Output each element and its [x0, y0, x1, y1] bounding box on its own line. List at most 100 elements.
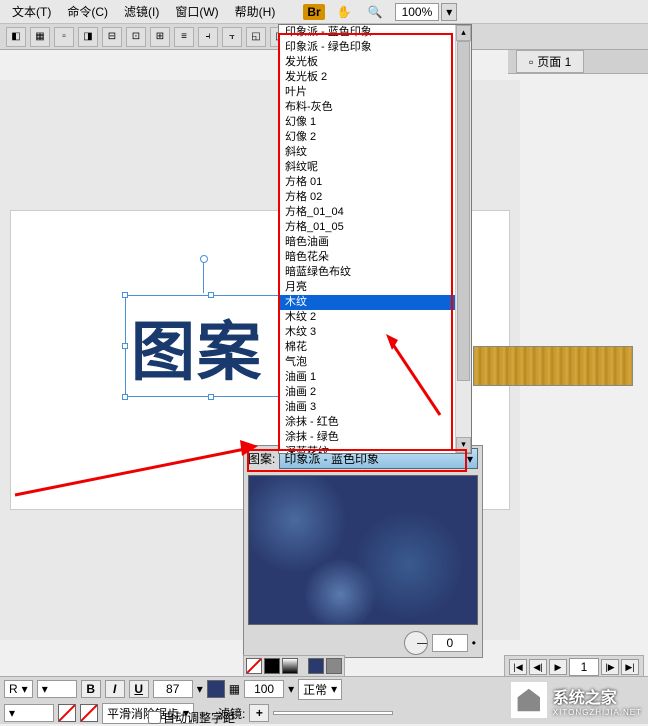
- scrollbar[interactable]: ▴ ▾: [455, 25, 471, 453]
- prev-frame-icon[interactable]: ◀|: [529, 659, 547, 675]
- menu-window[interactable]: 窗口(W): [167, 1, 226, 22]
- blend-mode-select[interactable]: 正常▾: [298, 679, 342, 700]
- pattern-list-item[interactable]: 暗色花朵: [279, 250, 471, 265]
- pattern-list-item[interactable]: 涂抹 - 红色: [279, 415, 471, 430]
- pattern-list-item[interactable]: 布料-灰色: [279, 100, 471, 115]
- solid-swatch[interactable]: [264, 658, 280, 674]
- bold-button[interactable]: B: [81, 680, 101, 698]
- frame-number-input[interactable]: 1: [569, 658, 599, 676]
- scroll-up-icon[interactable]: ▴: [456, 25, 471, 41]
- pattern-list-item[interactable]: 气泡: [279, 355, 471, 370]
- pattern-dropdown-list[interactable]: 印象派 - 蓝色印象印象派 - 绿色印象发光板发光板 2叶片布料-灰色幻像 1幻…: [278, 24, 472, 454]
- stroke-none-swatch[interactable]: [58, 704, 76, 722]
- menu-help[interactable]: 帮助(H): [227, 1, 284, 22]
- pattern-list-item[interactable]: 油画 1: [279, 370, 471, 385]
- pattern-list-item[interactable]: 发光板 2: [279, 70, 471, 85]
- bridge-icon[interactable]: Br: [303, 4, 324, 20]
- resize-handle[interactable]: [122, 292, 128, 298]
- hand-tool-icon[interactable]: ✋: [329, 3, 360, 21]
- pattern-list-item[interactable]: 印象派 - 蓝色印象: [279, 25, 471, 40]
- auto-kern-checkbox[interactable]: 自动调整字距: [148, 709, 235, 726]
- stroke-color-swatch[interactable]: [80, 704, 98, 722]
- zoom-tool-icon[interactable]: 🔍: [360, 3, 391, 21]
- pattern-list-item[interactable]: 叶片: [279, 85, 471, 100]
- tool-icon[interactable]: ◨: [78, 27, 98, 47]
- pattern-list-item[interactable]: 方格 01: [279, 175, 471, 190]
- pattern-list-item[interactable]: 油画 2: [279, 385, 471, 400]
- font-size-input[interactable]: [153, 680, 193, 698]
- pattern-list-item[interactable]: 方格_01_05: [279, 220, 471, 235]
- pattern-list-item[interactable]: 涂抹 - 绿色: [279, 430, 471, 445]
- pattern-list-item[interactable]: 木纹: [279, 295, 471, 310]
- opacity-input[interactable]: [244, 680, 284, 698]
- leading-select[interactable]: ▾: [4, 704, 54, 722]
- chevron-down-icon: ▾: [331, 682, 337, 696]
- texture-swatch[interactable]: [326, 658, 342, 674]
- font-family-select[interactable]: ▾: [37, 680, 77, 698]
- tool-icon[interactable]: ⊞: [150, 27, 170, 47]
- wood-texture-object[interactable]: [473, 346, 633, 386]
- menu-command[interactable]: 命令(C): [59, 1, 116, 22]
- chevron-down-icon[interactable]: ▾: [197, 682, 203, 696]
- gradient-swatch[interactable]: [282, 658, 298, 674]
- play-icon[interactable]: ▶: [549, 659, 567, 675]
- registration-select[interactable]: R▾: [4, 680, 33, 698]
- first-frame-icon[interactable]: |◀: [509, 659, 527, 675]
- pattern-list-item[interactable]: 木纹 2: [279, 310, 471, 325]
- no-fill-swatch[interactable]: [246, 658, 262, 674]
- pattern-list-item[interactable]: 印象派 - 绿色印象: [279, 40, 471, 55]
- tool-icon[interactable]: ◧: [6, 27, 26, 47]
- pattern-list-item[interactable]: 方格_01_04: [279, 205, 471, 220]
- menu-bar: 文本(T) 命令(C) 滤镜(I) 窗口(W) 帮助(H) Br ✋ 🔍 100…: [0, 0, 648, 24]
- zoom-level-input[interactable]: 100%: [395, 3, 440, 21]
- scroll-thumb[interactable]: [457, 41, 470, 381]
- tool-icon[interactable]: ⫞: [198, 27, 218, 47]
- next-frame-icon[interactable]: |▶: [601, 659, 619, 675]
- angle-input[interactable]: [432, 634, 468, 652]
- pattern-list-item[interactable]: 暗蓝绿色布纹: [279, 265, 471, 280]
- scroll-down-icon[interactable]: ▾: [456, 437, 471, 453]
- tab-page-1[interactable]: ▫ 页面 1: [516, 50, 584, 73]
- fill-color-swatch[interactable]: [207, 680, 225, 698]
- pattern-list-item[interactable]: 幻像 2: [279, 130, 471, 145]
- selection-bbox: [125, 295, 297, 397]
- pattern-list-item[interactable]: 月亮: [279, 280, 471, 295]
- tool-icon[interactable]: ⫟: [222, 27, 242, 47]
- tool-icon[interactable]: ⊡: [126, 27, 146, 47]
- tool-icon[interactable]: ▫: [54, 27, 74, 47]
- italic-button[interactable]: I: [105, 680, 125, 698]
- resize-handle[interactable]: [122, 394, 128, 400]
- last-frame-icon[interactable]: ▶|: [621, 659, 639, 675]
- pattern-list-item[interactable]: 发光板: [279, 55, 471, 70]
- auto-kern-label: 自动调整字距: [163, 709, 235, 726]
- zoom-dropdown-icon[interactable]: ▾: [441, 3, 457, 21]
- pattern-list-item[interactable]: 油画 3: [279, 400, 471, 415]
- pattern-list-item[interactable]: 暗色油画: [279, 235, 471, 250]
- pattern-list-item[interactable]: 斜纹呢: [279, 160, 471, 175]
- menu-filter[interactable]: 滤镜(I): [116, 1, 167, 22]
- pattern-list-item[interactable]: 方格 02: [279, 190, 471, 205]
- angle-dial[interactable]: [404, 631, 428, 655]
- filter-display[interactable]: [273, 711, 393, 715]
- menu-text[interactable]: 文本(T): [4, 1, 59, 22]
- chevron-down-icon[interactable]: ▾: [288, 682, 294, 696]
- resize-handle[interactable]: [208, 394, 214, 400]
- pattern-fill-panel: 图案: 印象派 - 蓝色印象 ▾ •: [243, 445, 483, 658]
- pattern-list-item[interactable]: 深蓝花纹: [279, 445, 471, 454]
- pattern-list-item[interactable]: 幻像 1: [279, 115, 471, 130]
- pattern-list-item[interactable]: 斜纹: [279, 145, 471, 160]
- tool-icon[interactable]: ◱: [246, 27, 266, 47]
- underline-button[interactable]: U: [129, 680, 149, 698]
- pattern-list-item[interactable]: 棉花: [279, 340, 471, 355]
- pattern-list-item[interactable]: 木纹 3: [279, 325, 471, 340]
- pattern-swatch[interactable]: [308, 658, 324, 674]
- tool-icon[interactable]: ⊟: [102, 27, 122, 47]
- auto-kern-check[interactable]: [148, 711, 161, 724]
- resize-handle[interactable]: [122, 343, 128, 349]
- resize-handle[interactable]: [208, 292, 214, 298]
- rotation-handle[interactable]: [203, 261, 204, 293]
- tool-icon[interactable]: ≡: [174, 27, 194, 47]
- add-filter-button[interactable]: +: [249, 704, 269, 722]
- tool-icon[interactable]: ▦: [30, 27, 50, 47]
- text-object[interactable]: 图案: [131, 301, 291, 391]
